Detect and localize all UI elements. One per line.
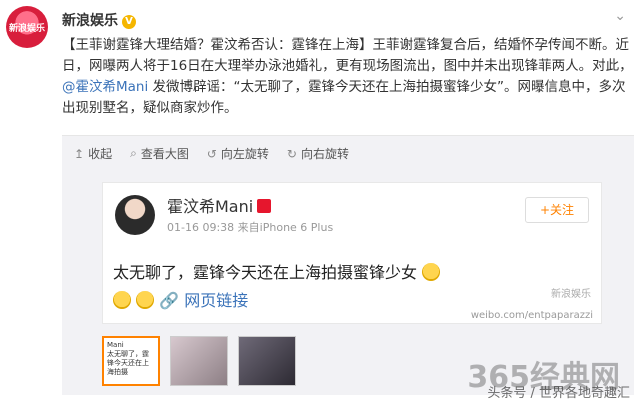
thumbnail-strip: Mani 太无聊了，霆锋今天还在上海拍摄 (102, 336, 296, 386)
web-link-icon: 🔗 (159, 291, 180, 310)
thumbnail-3[interactable] (238, 336, 296, 386)
thumbnail-1[interactable]: Mani 太无聊了，霆锋今天还在上海拍摄 (102, 336, 160, 386)
card-avatar (115, 195, 155, 235)
crying-emoji-icon (113, 291, 131, 309)
rotate-left-button[interactable]: ↺ 向左旋转 (207, 145, 269, 162)
follow-button[interactable]: +关注 (525, 197, 589, 223)
member-badge-icon (257, 199, 272, 213)
avatar[interactable]: 新浪娱乐 (6, 6, 48, 48)
card-text: 太无聊了，霆锋今天还在上海拍摄蜜锋少女 🔗 网页链接 (113, 259, 593, 315)
thumbnail-2[interactable] (170, 336, 228, 386)
magnifier-icon: ⌕ (130, 146, 137, 160)
crying-emoji-icon (136, 291, 155, 309)
card-meta: 01-16 09:38 来自iPhone 6 Plus (167, 219, 333, 235)
collapse-label: 收起 (88, 147, 113, 161)
rotate-right-label: 向右旋转 (300, 147, 349, 161)
post-text: 【王菲谢霆锋大理结婚？霍汶希否认：霆锋在上海】王菲谢霆锋复合后，结婚怀孕传闻不断… (62, 35, 634, 119)
embedded-weibo-card: 霍汶希Mani 01-16 09:38 来自iPhone 6 Plus +关注 … (102, 182, 602, 324)
card-time: 01-16 09:38 (167, 221, 235, 234)
avatar-text: 新浪娱乐 (8, 23, 45, 34)
mention-link[interactable]: @霍汶希Mani (62, 79, 148, 95)
author-name-text: 新浪娱乐 (62, 13, 118, 29)
view-large-label: 查看大图 (140, 147, 189, 161)
view-large-button[interactable]: ⌕ 查看大图 (130, 145, 189, 162)
image-mark: 新浪娱乐 (551, 289, 591, 300)
crying-emoji-icon (422, 263, 441, 281)
rotate-right-button[interactable]: ↻ 向右旋转 (287, 145, 349, 162)
verified-icon: V (122, 15, 136, 29)
chevron-down-icon[interactable]: ⌄ (614, 8, 626, 24)
rotate-left-icon: ↺ (206, 146, 217, 161)
author-name[interactable]: 新浪娱乐 V (62, 10, 136, 30)
web-link[interactable]: 网页链接 (184, 291, 248, 310)
post-body: 【王菲谢霆锋大理结婚？霍汶希否认：霆锋在上海】王菲谢霆锋复合后，结婚怀孕传闻不断… (62, 37, 633, 74)
collapse-button[interactable]: ↥ 收起 (74, 145, 112, 162)
thumbnail-1-message: 太无聊了，霆锋今天还在上海拍摄 (107, 350, 149, 376)
rotate-right-icon: ↻ (286, 146, 297, 161)
source-watermark: 头条号 / 世界各地奇趣汇 (487, 386, 630, 401)
card-source: 来自iPhone 6 Plus (237, 221, 334, 234)
thumbnail-1-name: Mani (107, 341, 124, 349)
arrow-up-icon: ↥ (74, 146, 85, 161)
card-author-name: 霍汶希Mani (167, 197, 254, 216)
card-message: 太无聊了，霆锋今天还在上海拍摄蜜锋少女 (113, 263, 418, 282)
thumbnail-1-text: Mani 太无聊了，霆锋今天还在上海拍摄 (104, 338, 158, 380)
card-author: 霍汶希Mani (167, 193, 272, 217)
card-watermark: weibo.com/entpaparazzi (470, 310, 593, 321)
rotate-left-label: 向左旋转 (220, 147, 269, 161)
media-toolbar: ↥ 收起 ⌕ 查看大图 ↺ 向左旋转 ↻ 向右旋转 (74, 145, 349, 162)
